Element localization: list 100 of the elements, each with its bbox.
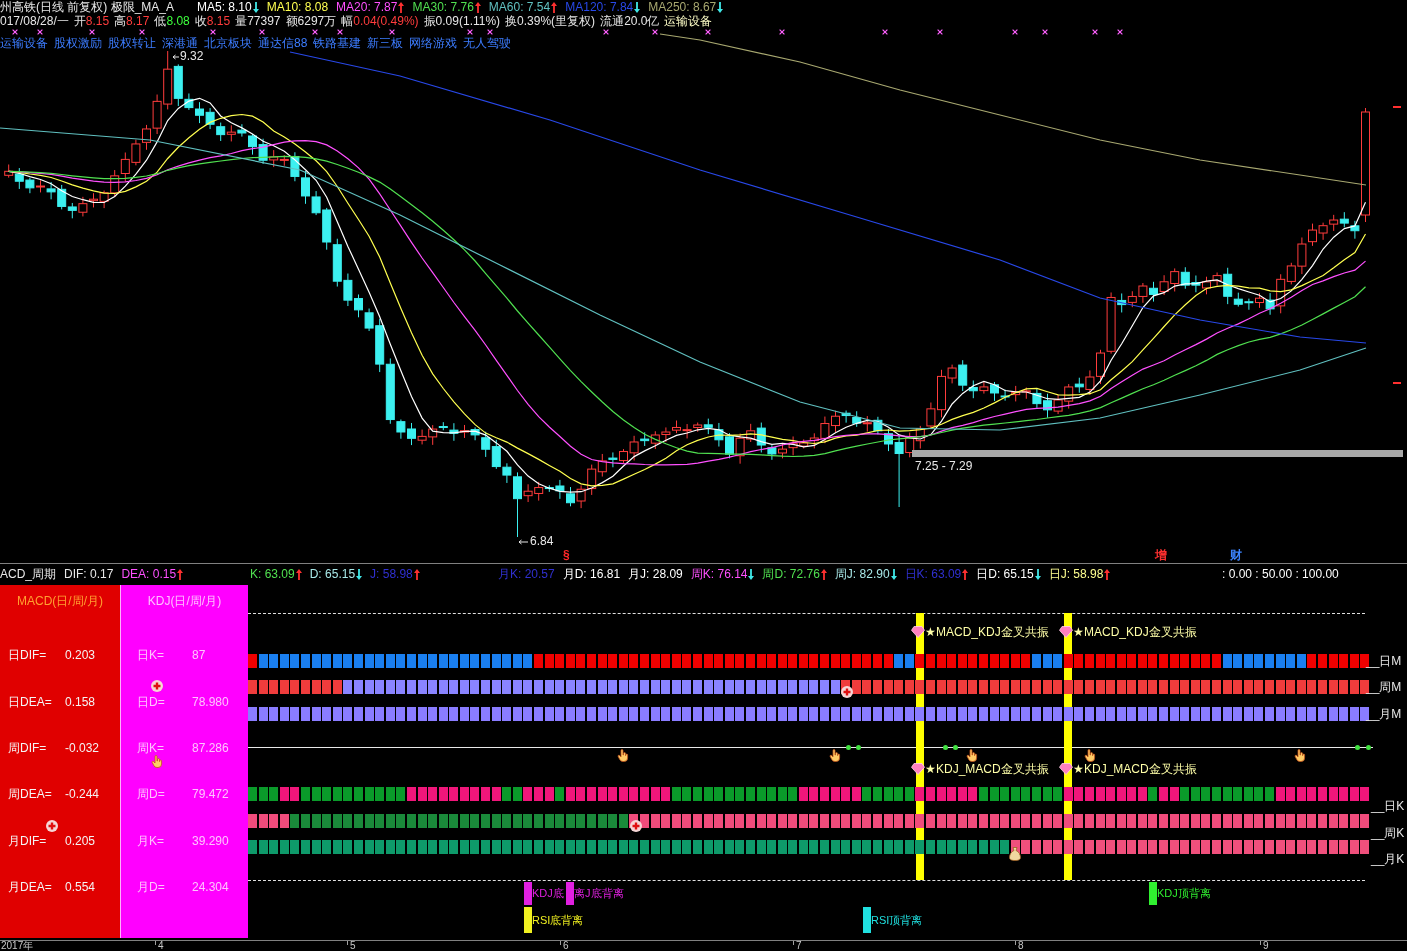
value-label: 日K=	[137, 648, 164, 663]
axis-tick	[1393, 106, 1401, 108]
indicator-reading: K: 63.09	[250, 567, 295, 581]
leader-line	[172, 54, 180, 60]
axis-label: 4	[158, 941, 164, 951]
quote-field: 额6297万	[285, 14, 337, 28]
value-label: 日D=	[137, 694, 165, 709]
plus-badge-icon	[151, 680, 163, 692]
cross-marker-icon	[705, 29, 711, 35]
value-label: 月K=	[137, 833, 164, 848]
leader-line	[518, 539, 529, 545]
concept-tag: 无人驾驶	[463, 35, 512, 50]
sector-label: 运输设备	[664, 14, 713, 28]
indicator-reading: 日K: 63.09	[904, 567, 962, 581]
cross-marker-icon	[603, 29, 609, 35]
gem-icon	[911, 763, 925, 775]
cross-marker-icon	[1117, 29, 1123, 35]
quote-field: 流通20.0亿	[600, 14, 660, 28]
value-reading: 39.290	[192, 833, 229, 848]
signal-label: ★MACD_KDJ金叉共振	[925, 625, 1049, 639]
cross-marker-icon	[89, 29, 95, 35]
dot-icon	[1366, 745, 1371, 750]
cross-marker-icon	[210, 29, 216, 35]
pointing-hand-icon	[1084, 749, 1096, 762]
cross-marker-icon	[259, 29, 265, 35]
concept-tag: 通达信88	[258, 35, 308, 50]
row-label: __月M	[1366, 708, 1402, 721]
value-label: 周DEA=	[8, 787, 52, 802]
cross-marker-icon	[1092, 29, 1098, 35]
gem-icon	[1059, 763, 1073, 775]
value-reading: 87	[192, 648, 206, 663]
ma-reading: MA5: 8.10	[197, 0, 252, 14]
quote-field: 幅0.04(0.49%)	[341, 14, 419, 28]
value-reading: 0.205	[65, 833, 96, 848]
indicator-reading: J: 58.98	[370, 567, 413, 581]
indicator-reading: DIF: 0.17	[64, 567, 114, 581]
value-reading: 78.980	[192, 694, 229, 709]
dot-icon	[846, 745, 851, 750]
gem-icon	[911, 626, 925, 638]
cross-marker-icon	[882, 29, 888, 35]
signal-label: ★KDJ_MACD金叉共振	[1073, 762, 1197, 776]
cross-marker-icon	[487, 29, 493, 35]
value-label: 周D=	[137, 787, 165, 802]
plus-badge-icon	[46, 820, 58, 832]
quote-field: 低8.08	[154, 14, 190, 28]
value-label: 日DEA=	[8, 694, 52, 709]
ma-reading: MA20: 7.87	[336, 0, 398, 14]
cross-marker-icon	[337, 29, 343, 35]
pointing-hand-icon	[966, 749, 978, 762]
ma-reading: MA30: 7.76	[412, 0, 474, 14]
pointing-hand-icon	[829, 749, 841, 762]
cross-marker-icon	[139, 29, 145, 35]
ma-reading: MA120: 7.84	[565, 0, 634, 14]
cross-marker-icon	[312, 29, 318, 35]
indicator-reading: D: 65.15	[309, 567, 356, 581]
value-reading: -0.244	[65, 787, 100, 802]
value-label: 月DIF=	[8, 833, 47, 848]
price-low-label: 6.84	[530, 535, 554, 548]
cross-marker-icon	[1042, 29, 1048, 35]
event-mark: 财	[1230, 549, 1242, 562]
divergence-label: 离J底背离	[574, 887, 624, 900]
indicator-reading: ACD_周期	[0, 567, 56, 581]
dot-icon	[1355, 745, 1360, 750]
value-reading: 79.472	[192, 787, 229, 802]
value-reading: 24.304	[192, 880, 229, 895]
indicator-reading: 周J: 82.90	[834, 567, 890, 581]
axis-label: 7	[796, 941, 802, 951]
axis-label: 2017年	[1, 941, 34, 951]
price-range-label: 7.25 - 7.29	[915, 459, 973, 473]
concept-tag: 股权转让	[108, 35, 156, 50]
concept-tag: 运输设备	[0, 35, 48, 50]
row-label: __周K	[1371, 827, 1405, 840]
price-high-label: 9.32	[180, 50, 204, 63]
concept-tag: 深港通	[162, 35, 198, 50]
value-label: 周K=	[137, 740, 164, 755]
axis-label: 8	[1018, 941, 1024, 951]
concept-tag: 铁路基建	[313, 35, 362, 50]
value-label: 周DIF=	[8, 740, 47, 755]
axis-label: 6	[563, 941, 569, 951]
ma-reading: MA60: 7.54	[488, 0, 551, 14]
row-label: __月K	[1371, 853, 1405, 866]
indicator-reading: 日D: 65.15	[976, 567, 1034, 581]
ma-reading: MA10: 8.08	[266, 0, 329, 14]
axis-label: 5	[350, 941, 356, 951]
event-mark: 增	[1155, 549, 1167, 562]
quote-field: 高8.17	[114, 14, 150, 28]
indicator-reading: 周K: 76.14	[690, 567, 748, 581]
row-label: __日K	[1371, 800, 1405, 813]
pointing-hand-icon	[1294, 749, 1306, 762]
ma-reading: MA250: 8.67	[648, 0, 717, 14]
value-reading: -0.032	[65, 740, 100, 755]
pointing-hand-icon	[617, 749, 629, 762]
indicator-reading: DEA: 0.15	[121, 567, 177, 581]
row-label: __周M	[1366, 681, 1402, 694]
cross-marker-icon	[937, 29, 943, 35]
dot-icon	[953, 745, 958, 750]
row-label: __日M	[1366, 655, 1402, 668]
pointing-hand-icon	[151, 755, 163, 768]
cross-marker-icon	[652, 29, 658, 35]
panel-title: KDJ(日/周/月)	[147, 594, 222, 608]
